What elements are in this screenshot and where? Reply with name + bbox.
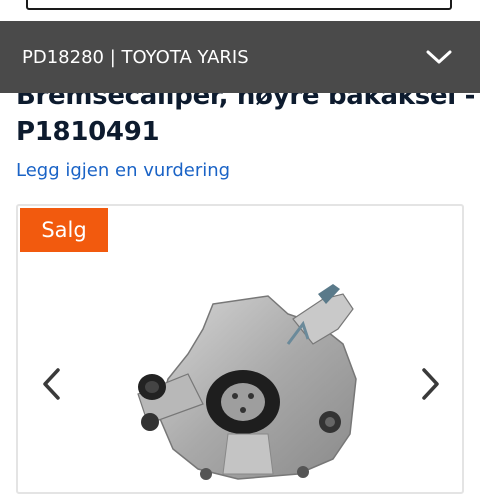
vehicle-label: PD18280 | TOYOTA YARIS xyxy=(22,46,249,68)
chevron-left-icon[interactable] xyxy=(40,366,62,402)
chevron-down-icon[interactable] xyxy=(426,49,452,65)
brake-caliper-image xyxy=(137,284,357,480)
search-input[interactable] xyxy=(26,0,452,10)
product-image-gallery: Salg xyxy=(16,204,464,494)
write-review-link[interactable]: Legg igjen en vurdering xyxy=(16,160,230,181)
vehicle-selector-bar[interactable]: PD18280 | TOYOTA YARIS xyxy=(0,21,480,93)
sale-badge: Salg xyxy=(20,208,108,252)
chevron-right-icon[interactable] xyxy=(420,366,442,402)
